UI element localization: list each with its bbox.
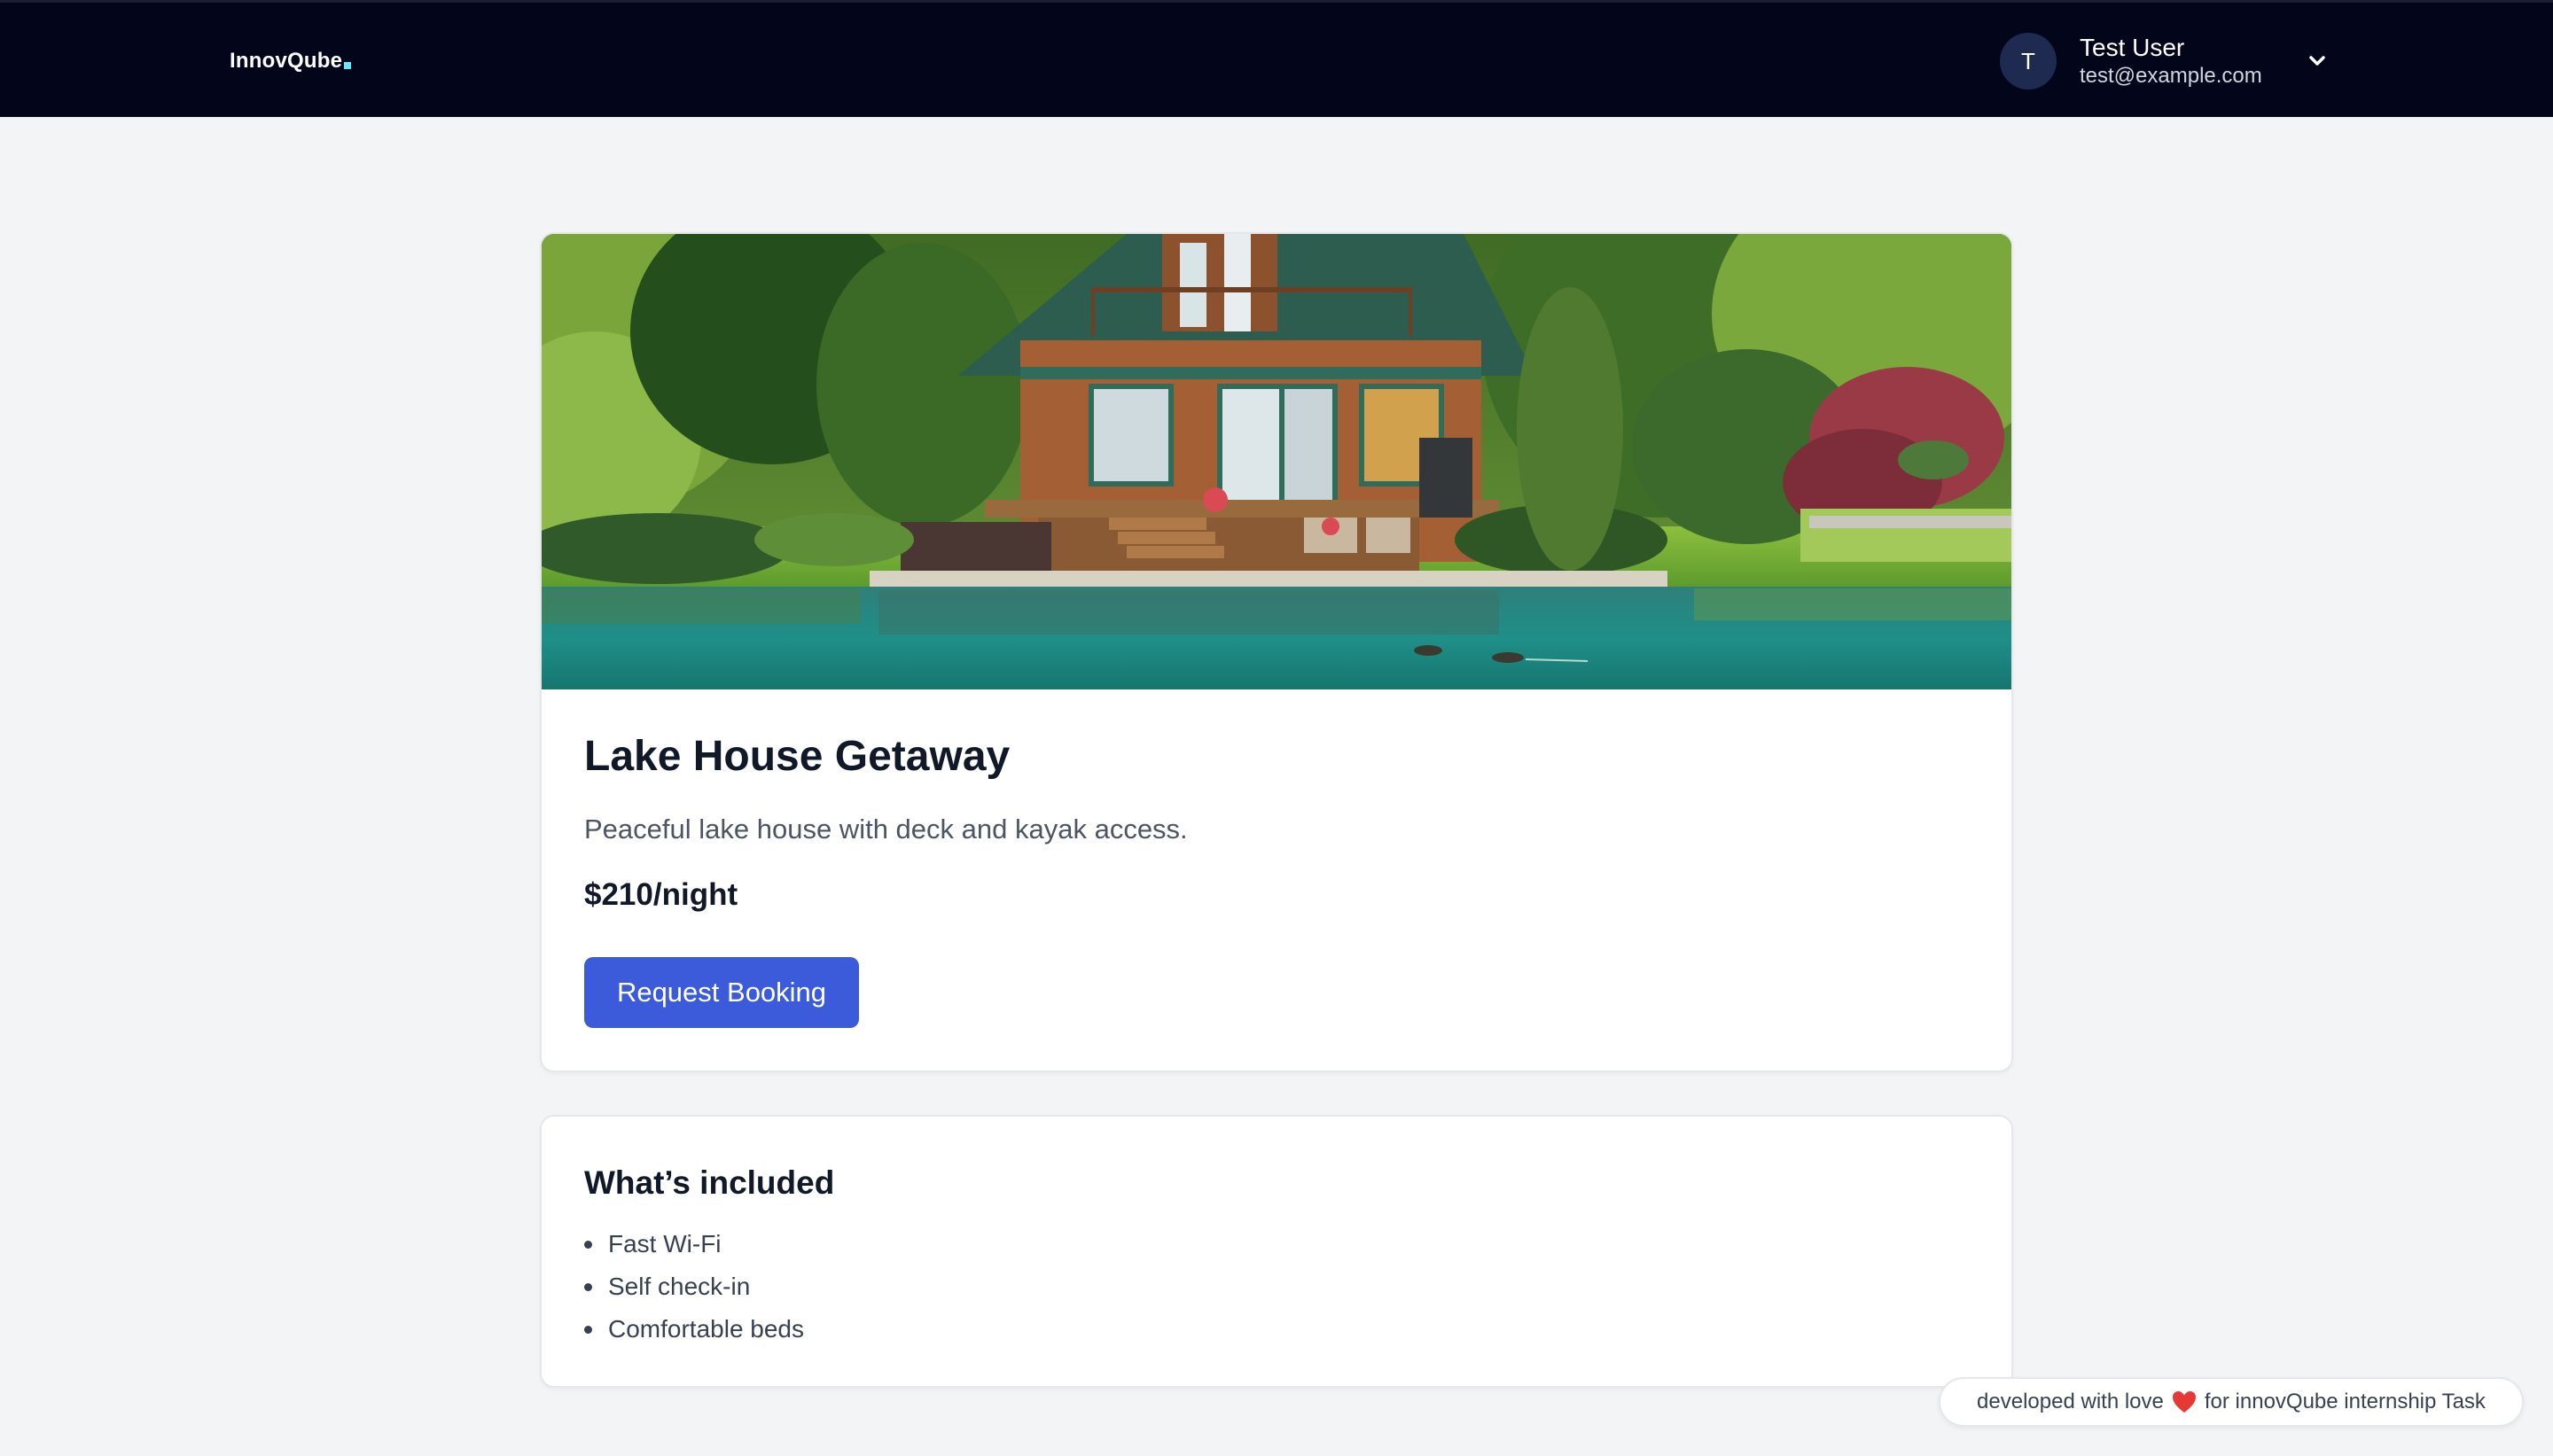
lake-house-photo — [542, 234, 2011, 689]
listing-card: Lake House Getaway Peaceful lake house w… — [540, 232, 2013, 1072]
top-navbar: InnovQube T Test User test@example.com — [0, 0, 2553, 117]
avatar: T — [2000, 33, 2057, 90]
included-list: Fast Wi-Fi Self check-in Comfortable bed… — [584, 1223, 804, 1351]
heart-icon — [2172, 1391, 2196, 1413]
list-item: Fast Wi-Fi — [584, 1223, 804, 1265]
bullet-icon — [584, 1240, 592, 1249]
list-item-label: Fast Wi-Fi — [608, 1230, 722, 1257]
list-item-label: Comfortable beds — [608, 1315, 805, 1343]
user-menu[interactable]: T Test User test@example.com — [2000, 31, 2262, 91]
user-info: Test User test@example.com — [2080, 33, 2262, 90]
chevron-down-icon[interactable] — [2303, 51, 2331, 72]
credit-badge: developed with love for innovQube intern… — [1939, 1377, 2524, 1427]
listing-title: Lake House Getaway — [584, 733, 1011, 780]
credit-text-before: developed with love — [1977, 1390, 2164, 1413]
bullet-icon — [584, 1325, 592, 1334]
brand-dot-icon — [344, 62, 352, 69]
bullet-icon — [584, 1282, 592, 1291]
user-name: Test User — [2080, 34, 2185, 61]
user-email: test@example.com — [2080, 64, 2262, 88]
listing-description: Peaceful lake house with deck and kayak … — [584, 814, 1188, 845]
included-title: What’s included — [584, 1164, 835, 1201]
included-card: What’s included Fast Wi-Fi Self check-in… — [540, 1115, 2013, 1388]
list-item: Comfortable beds — [584, 1308, 804, 1351]
brand-logo[interactable]: InnovQube — [230, 49, 352, 74]
brand-name: InnovQube — [230, 49, 343, 73]
list-item-label: Self check-in — [608, 1273, 751, 1300]
credit-text-after: for innovQube internship Task — [2204, 1390, 2486, 1413]
request-booking-button[interactable]: Request Booking — [584, 957, 859, 1028]
avatar-initial: T — [2021, 47, 2035, 74]
list-item: Self check-in — [584, 1265, 804, 1308]
listing-price: $210/night — [584, 877, 738, 912]
